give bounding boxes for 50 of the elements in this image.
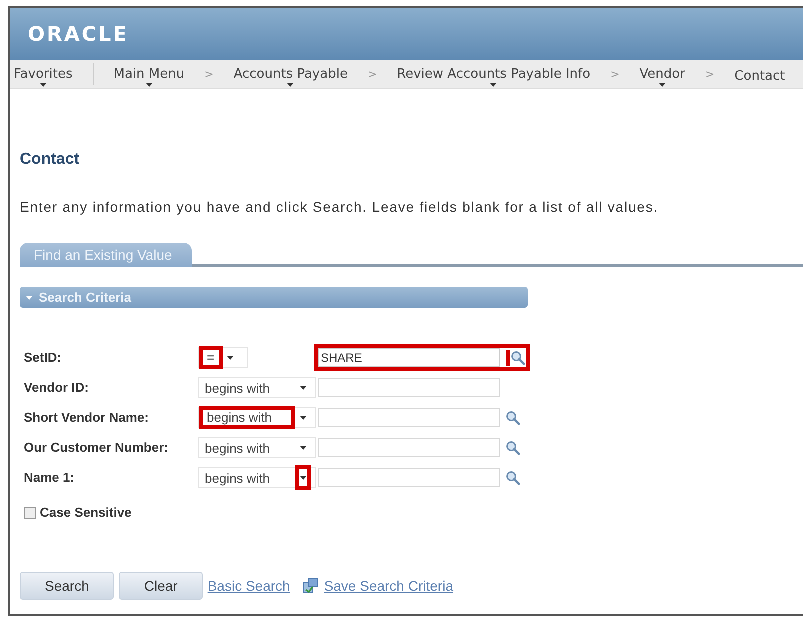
caret-icon	[287, 82, 294, 86]
input-field[interactable]	[318, 468, 500, 487]
action-button[interactable]: Search	[20, 572, 114, 600]
search-icon[interactable]	[511, 350, 525, 364]
operator-dropdown[interactable]: begins with	[198, 467, 316, 488]
caret-icon	[659, 82, 666, 86]
breadcrumb-link[interactable]: Accounts Payable	[234, 62, 348, 86]
field-label: Short Vendor Name:	[23, 410, 150, 425]
separator-text: >	[204, 68, 214, 80]
breadcrumb-link[interactable]: Main Menu	[114, 62, 185, 86]
search-icon[interactable]	[506, 440, 520, 454]
input-field[interactable]	[318, 408, 500, 427]
caret-icon	[300, 416, 306, 420]
separator-text: >	[368, 68, 378, 80]
caret-icon	[227, 356, 234, 360]
separator-text: >	[610, 68, 620, 80]
input-field[interactable]	[318, 378, 500, 397]
operator-dropdown[interactable]: begins with	[198, 377, 316, 398]
oracle-logo: ORACLE	[28, 22, 129, 46]
caret-icon	[146, 82, 153, 86]
field-label: SetID:	[23, 350, 63, 365]
field-label: Name 1:	[23, 470, 76, 485]
operator-dropdown[interactable]: begins with	[198, 437, 316, 458]
text-link[interactable]: Basic Search	[208, 578, 290, 594]
collapse-icon	[26, 296, 33, 300]
breadcrumb-link[interactable]: Review Accounts Payable Info	[397, 62, 591, 86]
caret-icon	[300, 386, 306, 390]
search-icon[interactable]	[506, 470, 520, 484]
operator-dropdown[interactable]: begins with	[198, 407, 316, 428]
field-label: Vendor ID:	[23, 380, 90, 395]
page-title: Contact	[20, 151, 81, 169]
save-criteria-icon[interactable]	[303, 578, 320, 594]
checkbox[interactable]	[24, 506, 36, 518]
separator-text: >	[705, 68, 715, 80]
input-field[interactable]	[318, 438, 500, 457]
breadcrumb-link[interactable]: Favorites	[14, 62, 73, 86]
caret-icon	[300, 446, 306, 450]
input-field[interactable]: SHARE	[318, 348, 500, 367]
text-link[interactable]: Save Search Criteria	[324, 578, 454, 594]
field-label: Our Customer Number:	[23, 440, 170, 455]
instruction-text: Enter any information you have and click Search. Leave fields blank for a list of all values.	[20, 199, 660, 215]
search-icon[interactable]	[506, 410, 520, 424]
operator-dropdown[interactable]: =	[198, 347, 248, 368]
caret-icon	[300, 476, 306, 480]
breadcrumb-link[interactable]: Vendor	[640, 62, 686, 86]
caret-icon	[40, 82, 47, 86]
breadcrumb-link[interactable]: Contact	[734, 64, 786, 84]
caret-icon	[490, 82, 498, 86]
action-button[interactable]: Clear	[119, 572, 203, 600]
checkbox-label: Case Sensitive	[40, 505, 132, 520]
